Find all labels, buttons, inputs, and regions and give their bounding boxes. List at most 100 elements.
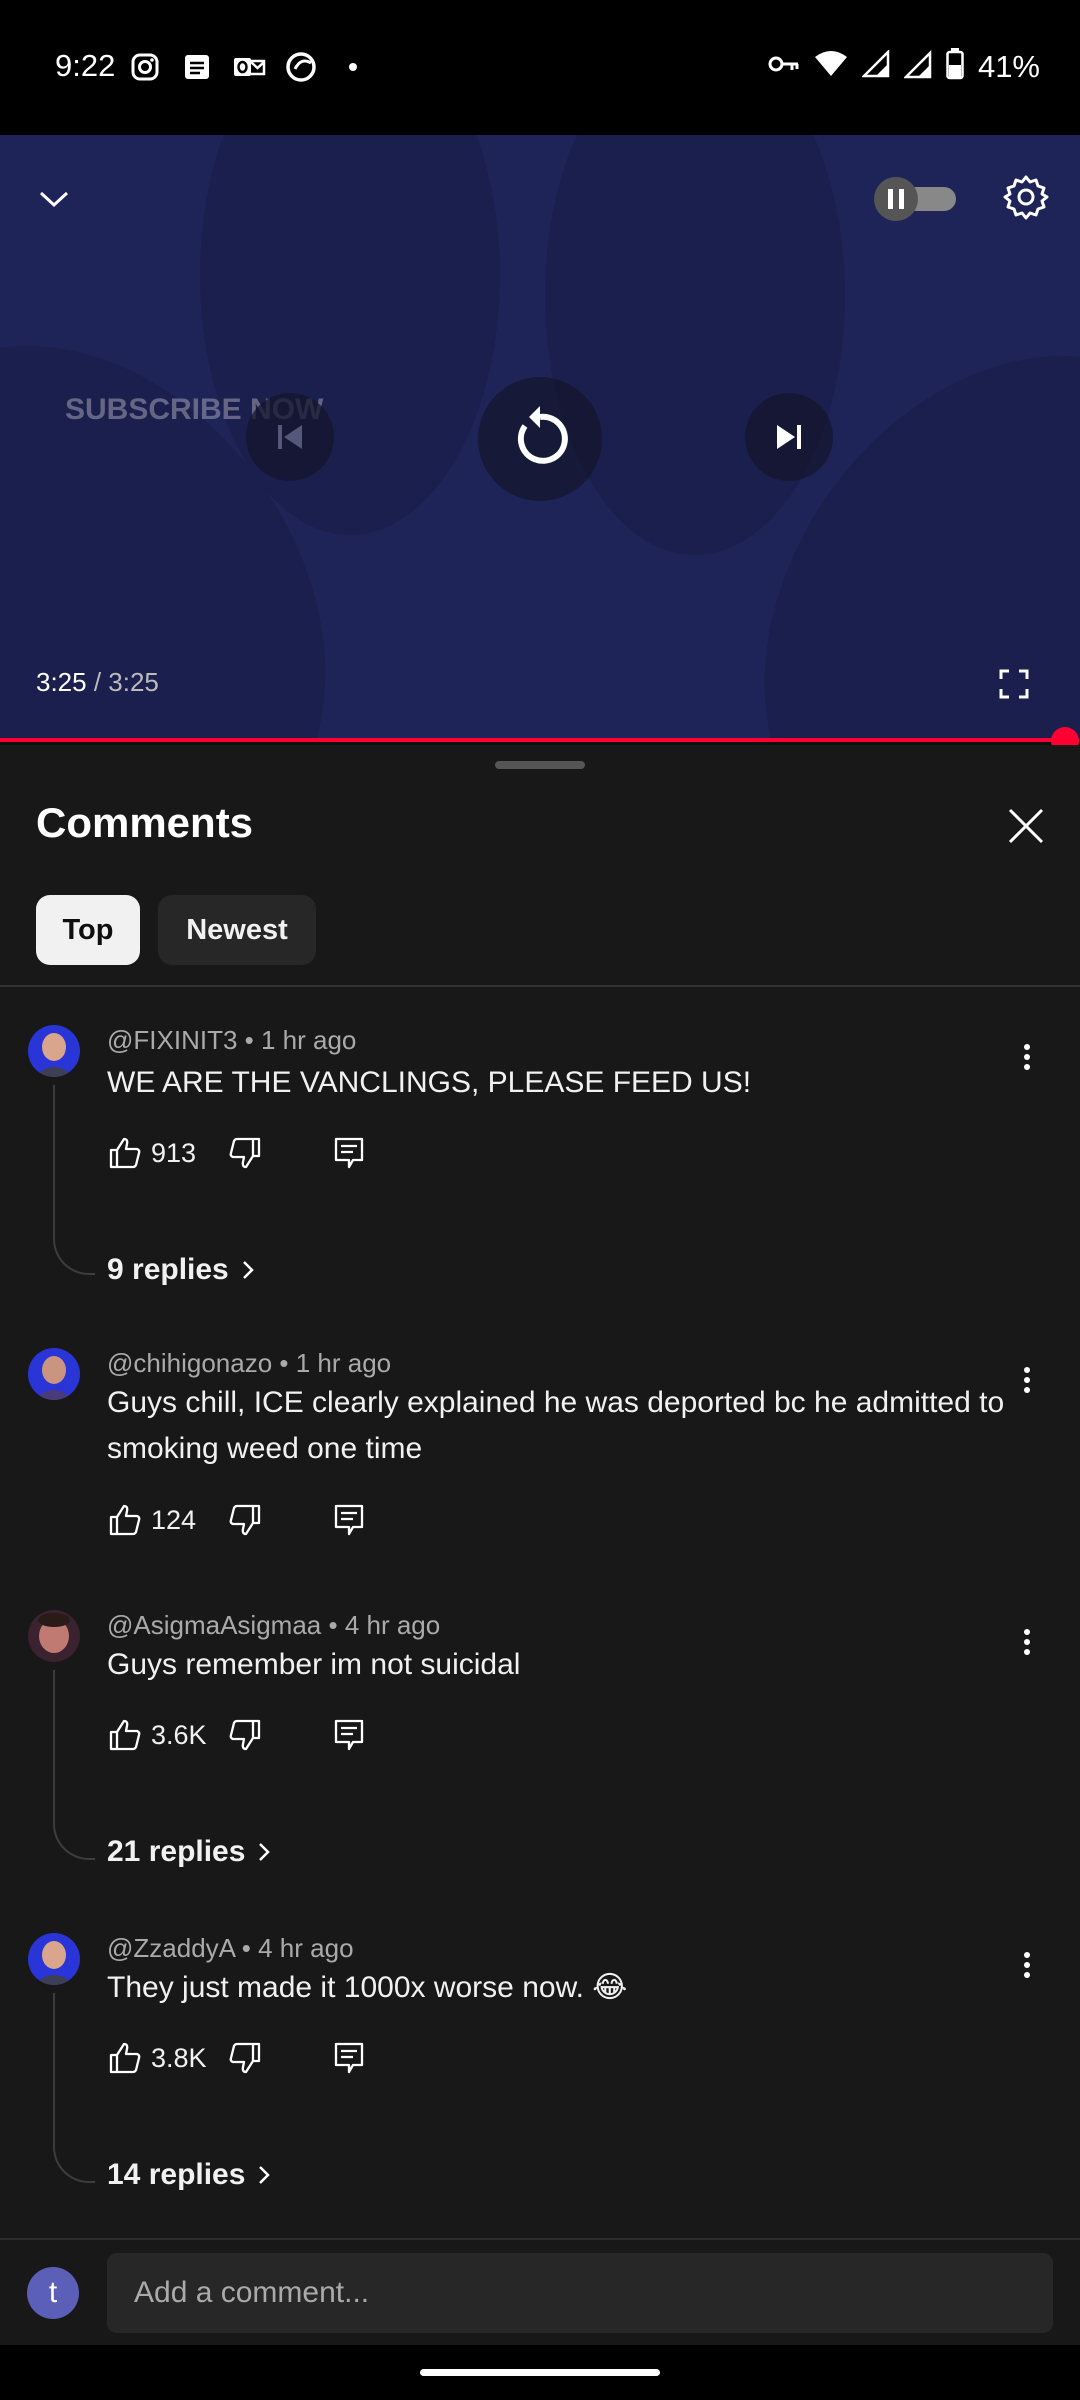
like-button[interactable] <box>107 1717 143 1753</box>
dislike-button[interactable] <box>227 1135 263 1171</box>
skip-next-icon <box>777 425 801 449</box>
status-time: 9:22 <box>55 48 116 83</box>
thumbs-up-icon <box>109 1719 141 1751</box>
reply-button[interactable] <box>331 1502 367 1538</box>
comment-author[interactable]: @FIXINIT3 <box>107 1025 237 1055</box>
thumbs-down-icon <box>229 2042 261 2074</box>
close-button[interactable] <box>1000 800 1052 852</box>
time-display: 3:25 / 3:25 <box>36 667 159 698</box>
chevron-down-icon <box>39 191 69 208</box>
avatar[interactable] <box>28 1348 80 1400</box>
user-avatar[interactable]: t <box>27 2267 79 2319</box>
more-button[interactable] <box>1012 1620 1042 1664</box>
comment-meta: @AsigmaAsigmaa • 4 hr ago <box>107 1610 441 1640</box>
tasks-icon <box>180 50 214 84</box>
pause-icon <box>874 177 918 221</box>
fullscreen-icon <box>999 669 1029 699</box>
thread-line <box>53 1993 55 2143</box>
comment-input[interactable] <box>107 2253 1053 2333</box>
reply-button[interactable] <box>331 1135 367 1171</box>
thread-curve <box>53 1818 95 1860</box>
replies-button[interactable]: 9 replies <box>107 1253 255 1287</box>
next-button[interactable] <box>745 393 833 481</box>
comment-actions: 124 <box>107 1498 367 1542</box>
status-bar: 9:22 41% <box>0 0 1080 135</box>
battery-percent: 41% <box>977 48 1040 84</box>
more-vert-icon <box>1024 1367 1030 1393</box>
avatar[interactable] <box>28 1933 80 1985</box>
replies-count: 21 replies <box>107 1835 246 1868</box>
reply-button[interactable] <box>331 2040 367 2076</box>
drag-handle[interactable] <box>495 761 585 769</box>
more-button[interactable] <box>1012 1035 1042 1079</box>
like-count: 3.8K <box>151 2042 207 2073</box>
battery-icon <box>946 48 964 85</box>
wifi-icon <box>814 50 848 83</box>
replies-button[interactable]: 14 replies <box>107 2158 271 2192</box>
background-shape <box>545 135 845 555</box>
thumbs-up-icon <box>109 1137 141 1169</box>
thread-line <box>53 1670 55 1820</box>
panel-title: Comments <box>36 799 254 846</box>
previous-button[interactable] <box>246 393 334 481</box>
chevron-right-icon <box>259 1843 271 1861</box>
comment-author[interactable]: @chihigonazo <box>107 1348 272 1378</box>
comment-text: Guys chill, ICE clearly explained he was… <box>107 1386 1005 1465</box>
instagram-icon <box>128 50 162 84</box>
current-time: 3:25 <box>36 667 87 697</box>
more-button[interactable] <box>1012 1358 1042 1402</box>
autoplay-toggle[interactable] <box>874 173 956 223</box>
thread-curve <box>53 2141 95 2183</box>
like-button[interactable] <box>107 1502 143 1538</box>
more-vert-icon <box>1024 1629 1030 1655</box>
minimize-button[interactable] <box>30 175 78 223</box>
composer-divider <box>0 2238 1080 2240</box>
avatar[interactable] <box>28 1025 80 1077</box>
thread-curve <box>53 1233 95 1275</box>
notification-icons <box>128 50 370 84</box>
comment-meta: @FIXINIT3 • 1 hr ago <box>107 1025 357 1055</box>
like-button[interactable] <box>107 1135 143 1171</box>
time-separator: / <box>86 667 109 697</box>
replay-button[interactable] <box>478 377 602 501</box>
replay-icon <box>517 406 568 464</box>
reply-button[interactable] <box>331 1717 367 1753</box>
chip-top[interactable]: Top <box>36 895 140 965</box>
like-button[interactable] <box>107 2040 143 2076</box>
dislike-button[interactable] <box>227 2040 263 2076</box>
divider <box>0 985 1080 987</box>
settings-button[interactable] <box>998 169 1054 225</box>
chevron-right-icon <box>242 1261 254 1279</box>
signal-icon <box>860 48 890 83</box>
dislike-button[interactable] <box>227 1502 263 1538</box>
comment-text: WE ARE THE VANCLINGS, PLEASE FEED US! <box>107 1066 752 1099</box>
like-count: 913 <box>151 1137 197 1168</box>
comment-author[interactable]: @ZzaddyA <box>107 1933 235 1963</box>
comment-meta: @chihigonazo • 1 hr ago <box>107 1348 392 1378</box>
chevron-right-icon <box>259 2166 271 2184</box>
like-count: 124 <box>151 1504 197 1535</box>
skip-previous-icon <box>278 425 302 449</box>
reply-icon <box>334 1504 364 1536</box>
more-vert-icon <box>1024 1044 1030 1070</box>
replies-count: 9 replies <box>107 1253 229 1286</box>
replies-count: 14 replies <box>107 2158 246 2191</box>
fullscreen-button[interactable] <box>992 662 1036 706</box>
comment-text: Guys remember im not suicidal <box>107 1648 521 1681</box>
progress-bar[interactable] <box>0 738 1068 742</box>
comment-time: 1 hr ago <box>295 1348 392 1378</box>
replies-button[interactable]: 21 replies <box>107 1835 271 1869</box>
dislike-button[interactable] <box>227 1717 263 1753</box>
more-button[interactable] <box>1012 1943 1042 1987</box>
avatar[interactable] <box>28 1610 80 1662</box>
home-gesture-bar[interactable] <box>420 2369 660 2376</box>
video-player[interactable]: SUBSCRIBE NOW 3:25 / 3:25 <box>0 135 1080 740</box>
close-icon <box>1008 808 1044 844</box>
thumbs-down-icon <box>229 1137 261 1169</box>
gesture-navbar <box>0 2345 1080 2400</box>
outlook-icon <box>232 50 266 84</box>
system-icons: 41% <box>768 48 1040 85</box>
comment-text: They just made it 1000x worse now. 😂 <box>107 1971 628 2004</box>
chip-newest[interactable]: Newest <box>158 895 316 965</box>
comment-author[interactable]: @AsigmaAsigmaa <box>107 1610 321 1640</box>
